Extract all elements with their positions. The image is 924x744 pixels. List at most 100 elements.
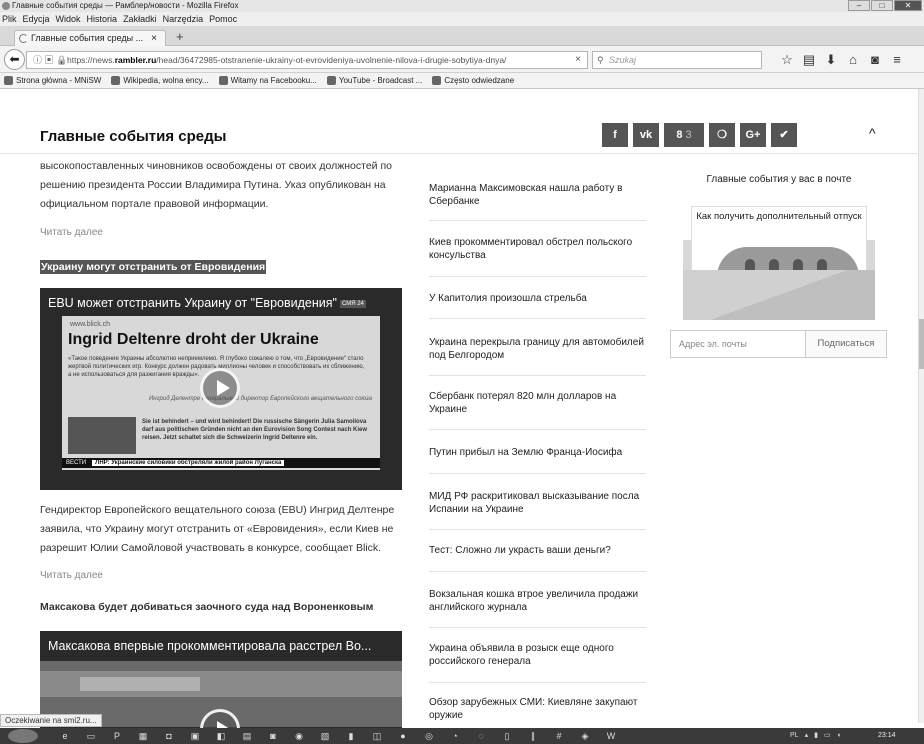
menu-edycja[interactable]: Edycja <box>23 12 50 26</box>
play-icon[interactable] <box>200 368 240 408</box>
read-more-link[interactable]: Читать далее <box>40 570 103 581</box>
clear-url-icon[interactable]: × <box>572 52 581 68</box>
app-icon[interactable]: ◉ <box>286 730 312 742</box>
clock[interactable]: 23:14 <box>878 728 896 744</box>
news-item[interactable]: МИД РФ раскритиковал высказывание посла … <box>429 490 646 516</box>
bookmark-item[interactable]: Wikipedia, wolna ency... <box>111 73 209 88</box>
page-scrollbar[interactable] <box>918 89 924 723</box>
bookmark-label: Strona główna - MNiSW <box>16 75 102 85</box>
explorer-icon[interactable]: ▭ <box>78 730 104 742</box>
word-icon[interactable]: P <box>104 730 130 742</box>
system-tray: PL ▴ ▮ ▭ ◖ <box>790 728 847 744</box>
newsletter-envelope[interactable]: Как получить дополнительный отпуск <box>683 200 875 320</box>
ie-icon[interactable]: e <box>52 730 78 742</box>
tray-arrow-icon[interactable]: ▴ <box>805 728 809 744</box>
app-icon[interactable]: ▤ <box>234 730 260 742</box>
video-player[interactable]: EBU может отстранить Украину от "Евровид… <box>40 288 402 490</box>
network-icon[interactable]: ▮ <box>814 728 818 744</box>
news-item[interactable]: Тест: Сложно ли украсть ваши деньги? <box>429 544 646 557</box>
app-icon[interactable]: ◧ <box>208 730 234 742</box>
email-input[interactable]: Адрес эл. почты <box>670 330 806 358</box>
news-item[interactable]: Украина перекрыла границу для автомобиле… <box>429 336 646 362</box>
bookmark-item[interactable]: YouTube - Broadcast ... <box>326 73 422 88</box>
news-item[interactable]: Обзор зарубежных СМИ: Киевляне закупают … <box>429 696 646 722</box>
start-button[interactable] <box>8 729 38 743</box>
googleplus-share-button[interactable]: G+ <box>740 123 766 147</box>
reading-list-icon[interactable]: ▤ <box>798 52 820 68</box>
twitter-share-button[interactable]: ✔ <box>771 123 797 147</box>
home-icon[interactable]: ⌂ <box>842 52 864 68</box>
menu-historia[interactable]: Historia <box>87 12 118 26</box>
address-bar[interactable]: ⓘ ▣ 🔒 https://news.rambler.ru/head/36472… <box>26 51 588 69</box>
news-item[interactable]: Киев прокомментировал обстрел польского … <box>429 236 646 262</box>
volume-icon[interactable]: ◖ <box>837 728 841 744</box>
back-arrow-icon: ⬅ <box>9 52 20 66</box>
video-title: EBU может отстранить Украину от "Евровид… <box>48 296 366 310</box>
status-bar: Oczekiwanie na smi2.ru... <box>0 714 102 727</box>
app-icon[interactable]: ◘ <box>156 730 182 742</box>
back-button[interactable]: ⬅ <box>4 49 25 70</box>
app-icon[interactable]: ∥ <box>520 730 546 742</box>
loading-spinner-icon <box>19 34 28 43</box>
app-icon[interactable]: ◔ <box>442 730 468 742</box>
close-tab-button[interactable]: × <box>151 31 157 46</box>
news-item[interactable]: Вокзальная кошка втрое увеличила продажи… <box>429 588 646 614</box>
subscribe-button[interactable]: Подписаться <box>805 330 887 358</box>
ticker-text: ЛНР: Украинские силовики обстреляли жило… <box>92 460 285 466</box>
headline-link[interactable]: Максакова будет добиваться заочного суда… <box>40 601 373 613</box>
app-icon[interactable]: ◌ <box>468 730 494 742</box>
headline-link[interactable]: Украину могут отстранить от Евровидения <box>40 260 267 274</box>
browser-tab[interactable]: Главные события среды ... × <box>14 30 166 46</box>
scrollbar-thumb[interactable] <box>919 319 924 369</box>
collapse-chevron-icon[interactable]: ^ <box>869 125 876 141</box>
news-item[interactable]: Путин прибыл на Землю Франца-Иосифа <box>429 446 646 459</box>
bookmark-item[interactable]: Witamy na Facebooku... <box>218 73 317 88</box>
menu-plik[interactable]: Plik <box>2 12 17 26</box>
news-item[interactable]: Марианна Максимовская нашла работу в Сбе… <box>429 182 646 208</box>
facebook-icon <box>218 76 228 85</box>
app-icon[interactable]: ◎ <box>416 730 442 742</box>
downloads-icon[interactable]: ⬇ <box>820 52 842 68</box>
read-more-link[interactable]: Читать далее <box>40 227 103 238</box>
app-icon[interactable]: ▣ <box>182 730 208 742</box>
bookmark-star-icon[interactable]: ☆ <box>776 52 798 68</box>
app-icon[interactable]: ◫ <box>364 730 390 742</box>
pocket-icon[interactable]: ◙ <box>864 52 886 68</box>
bookmark-label: Często odwiedzane <box>444 75 515 85</box>
menu-widok[interactable]: Widok <box>56 12 81 26</box>
firefox-icon <box>2 2 10 10</box>
vk-share-button[interactable]: vk <box>633 123 659 147</box>
news-item[interactable]: Сбербанк потерял 820 млн долларов на Укр… <box>429 390 646 416</box>
app-icon[interactable]: ◙ <box>260 730 286 742</box>
app-icon[interactable]: ▦ <box>130 730 156 742</box>
menu-pomoc[interactable]: Pomoc <box>209 12 237 26</box>
app-icon[interactable]: ▧ <box>312 730 338 742</box>
ok-share-button[interactable]: 8 3 <box>664 123 704 147</box>
news-item[interactable]: Украина объявила в розыск еще одного рос… <box>429 642 646 668</box>
livejournal-share-button[interactable]: ❍ <box>709 123 735 147</box>
facebook-share-button[interactable]: f <box>602 123 628 147</box>
menu-narzedzia[interactable]: Narzędzia <box>163 12 204 26</box>
video-frame-thumbnail <box>68 417 136 454</box>
site-info-icon[interactable]: ⓘ ▣ 🔒 <box>33 52 67 68</box>
search-input[interactable]: ⚲ Szukaj <box>592 51 762 69</box>
menu-icon[interactable]: ≡ <box>886 52 908 68</box>
close-window-button[interactable]: ✕ <box>894 0 922 11</box>
bookmark-item[interactable]: Strona główna - MNiSW <box>4 73 101 88</box>
word-doc-icon[interactable]: W <box>598 730 624 742</box>
app-icon[interactable]: # <box>546 730 572 742</box>
new-tab-button[interactable]: + <box>176 29 184 44</box>
menu-zakladki[interactable]: Zakładki <box>123 12 157 26</box>
language-indicator[interactable]: PL <box>790 728 799 744</box>
bookmark-item[interactable]: Często odwiedzane <box>432 73 514 88</box>
app-icon[interactable]: ◈ <box>572 730 598 742</box>
minimize-button[interactable]: – <box>848 0 870 11</box>
app-icon[interactable]: ▮ <box>338 730 364 742</box>
display-icon[interactable]: ▭ <box>824 728 831 744</box>
maximize-button[interactable]: □ <box>871 0 893 11</box>
news-item[interactable]: У Капитолия произошла стрельба <box>429 292 646 305</box>
app-icon[interactable]: ▯ <box>494 730 520 742</box>
news-divider <box>429 627 646 628</box>
firefox-taskbar-icon[interactable]: ● <box>390 730 416 742</box>
share-buttons: f vk 8 3 ❍ G+ ✔ <box>602 123 802 147</box>
